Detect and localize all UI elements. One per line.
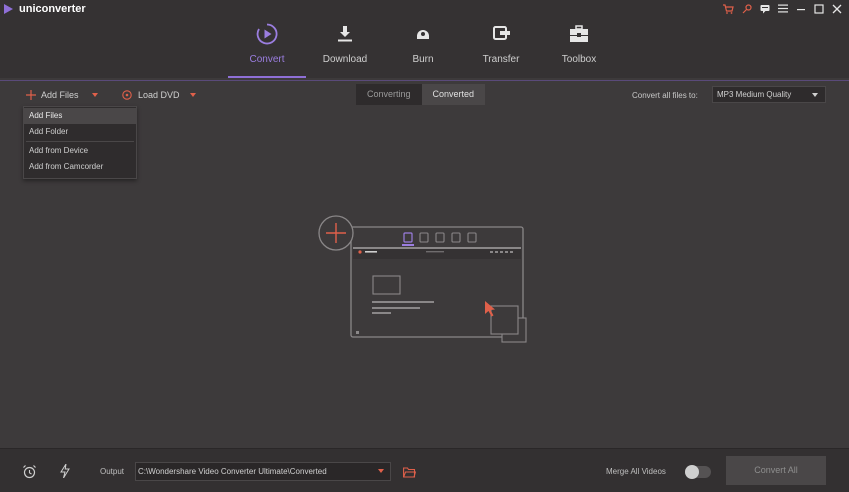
menu-item-add-folder[interactable]: Add Folder: [24, 124, 136, 140]
add-files-label: Add Files: [41, 90, 79, 100]
tab-converting[interactable]: Converting: [356, 84, 422, 105]
app-title: uniconverter: [19, 3, 86, 15]
merge-videos-toggle[interactable]: [685, 465, 711, 479]
disc-icon: [411, 22, 435, 46]
output-format-select[interactable]: MP3 Medium Quality: [712, 86, 826, 103]
toggle-knob: [685, 465, 699, 479]
output-path-value: C:\Wondershare Video Converter Ultimate\…: [138, 467, 327, 476]
tab-converted[interactable]: Converted: [421, 84, 486, 105]
alarm-clock-icon[interactable]: [21, 463, 37, 479]
play-circle-icon: [255, 22, 279, 46]
load-dvd-dropdown-icon[interactable]: [189, 93, 196, 97]
nav-burn-label: Burn: [412, 54, 434, 65]
add-files-menu: Add Files Add Folder Add from Device Add…: [23, 106, 137, 179]
dvd-icon: [122, 90, 132, 100]
toolbox-icon: [567, 22, 591, 46]
download-icon: [333, 22, 357, 46]
chevron-down-icon: [378, 469, 384, 473]
key-icon[interactable]: [740, 2, 753, 15]
convert-all-to-label: Convert all files to:: [632, 91, 698, 100]
app-logo: uniconverter: [4, 3, 86, 15]
main-nav: Convert Download Burn Transfer Toolbox: [228, 22, 618, 78]
footer-bar: Output C:\Wondershare Video Converter Ul…: [0, 448, 849, 492]
lightning-icon[interactable]: [57, 463, 73, 479]
menu-divider: [26, 141, 134, 142]
nav-convert[interactable]: Convert: [228, 22, 306, 78]
convert-all-button[interactable]: Convert All: [726, 456, 826, 485]
menu-item-add-files[interactable]: Add Files: [24, 108, 136, 124]
nav-toolbox-label: Toolbox: [561, 54, 597, 65]
cart-icon[interactable]: [722, 2, 735, 15]
chevron-down-icon: [812, 93, 818, 97]
close-icon[interactable]: [830, 2, 843, 15]
menu-icon[interactable]: [776, 2, 789, 15]
output-path-select[interactable]: C:\Wondershare Video Converter Ultimate\…: [135, 462, 391, 481]
add-files-button[interactable]: Add Files: [26, 90, 98, 100]
add-files-dropdown-icon[interactable]: [91, 93, 98, 97]
output-label: Output: [100, 467, 125, 476]
empty-state-illustration[interactable]: [316, 215, 531, 345]
message-icon[interactable]: [758, 2, 771, 15]
transfer-icon: [489, 22, 513, 46]
nav-transfer[interactable]: Transfer: [462, 22, 540, 78]
merge-all-videos-label: Merge All Videos: [606, 467, 666, 476]
nav-convert-label: Convert: [249, 54, 285, 65]
nav-transfer-label: Transfer: [482, 54, 520, 65]
load-dvd-label: Load DVD: [138, 90, 180, 100]
folder-icon[interactable]: [401, 464, 417, 480]
nav-download[interactable]: Download: [306, 22, 384, 78]
top-bar: uniconverter Convert Download Burn Trans…: [0, 0, 849, 78]
logo-icon: [4, 4, 13, 14]
nav-toolbox[interactable]: Toolbox: [540, 22, 618, 78]
plus-icon: [26, 90, 36, 100]
output-format-value: MP3 Medium Quality: [717, 90, 792, 99]
menu-item-add-from-camcorder[interactable]: Add from Camcorder: [24, 159, 136, 175]
maximize-icon[interactable]: [812, 2, 825, 15]
nav-download-label: Download: [322, 54, 368, 65]
menu-item-add-from-device[interactable]: Add from Device: [24, 143, 136, 159]
window-controls: [722, 2, 843, 15]
minimize-icon[interactable]: [794, 2, 807, 15]
nav-burn[interactable]: Burn: [384, 22, 462, 78]
status-tabs: Converting Converted: [356, 84, 486, 105]
load-dvd-button[interactable]: Load DVD: [122, 90, 196, 100]
